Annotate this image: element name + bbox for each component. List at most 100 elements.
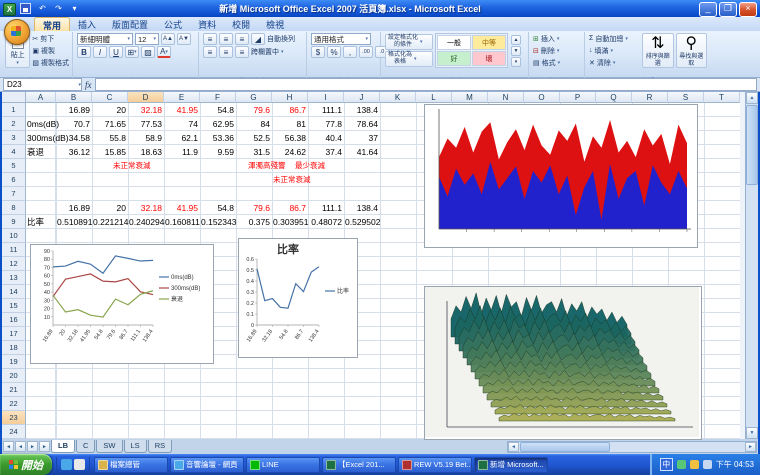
cell-I9[interactable]: 0.48072	[309, 215, 342, 229]
cell-H4[interactable]: 24.62	[273, 145, 306, 159]
column-header-F[interactable]: F	[200, 92, 236, 103]
tray-app-icon[interactable]	[677, 460, 686, 469]
cell-E8[interactable]: 41.95	[165, 201, 198, 215]
ribbon-tab-2[interactable]: 版面配置	[104, 17, 156, 31]
ribbon-tab-4[interactable]: 資料	[190, 17, 224, 31]
row-header-22[interactable]: 22	[2, 397, 26, 411]
column-header-R[interactable]: R	[632, 92, 668, 103]
column-header-I[interactable]: I	[308, 92, 344, 103]
cell-B2[interactable]: 70.7	[57, 117, 90, 131]
cell-G8[interactable]: 79.6	[237, 201, 270, 215]
cell-style-1[interactable]: 中等	[472, 35, 506, 50]
cell-B4[interactable]: 36.12	[57, 145, 90, 159]
tray-network-icon[interactable]	[703, 460, 712, 469]
row-header-6[interactable]: 6	[2, 173, 26, 187]
row-header-10[interactable]: 10	[2, 229, 26, 243]
row-header-5[interactable]: 5	[2, 159, 26, 173]
clear-button[interactable]: ✕清除▾	[589, 57, 640, 68]
row-header-12[interactable]: 12	[2, 257, 26, 271]
cell-G1[interactable]: 79.6	[237, 103, 270, 117]
cell-F1[interactable]: 54.8	[201, 103, 234, 117]
cell-F8[interactable]: 54.8	[201, 201, 234, 215]
scroll-right-icon[interactable]: ►	[745, 442, 756, 452]
increase-decimal-button[interactable]: .00	[359, 46, 373, 58]
ribbon-tab-1[interactable]: 插入	[70, 17, 104, 31]
insert-function-icon[interactable]: fx	[85, 80, 92, 90]
italic-button[interactable]: I	[93, 46, 107, 58]
start-button[interactable]: 開始	[0, 454, 52, 475]
column-header-J[interactable]: J	[344, 92, 380, 103]
row-header-18[interactable]: 18	[2, 341, 26, 355]
conditional-formatting-button[interactable]: 設定格式化的條件 ▾	[385, 34, 433, 50]
shrink-font-button[interactable]: A▼	[177, 33, 191, 45]
sort-filter-button[interactable]: ⇅ 排序與篩選	[642, 33, 673, 68]
ribbon-tab-5[interactable]: 校閱	[224, 17, 258, 31]
task-button-5[interactable]: 新增 Microsoft...	[474, 457, 548, 473]
ime-indicator[interactable]: 中	[660, 458, 673, 471]
cell-J4[interactable]: 41.64	[345, 145, 378, 159]
cell-G5[interactable]: 渾濁高殘響	[248, 159, 286, 173]
align-right-icon[interactable]: ≡	[235, 46, 249, 58]
cell-B3[interactable]: 34.58	[57, 131, 90, 145]
fill-color-button[interactable]: ▨	[141, 46, 155, 58]
waterfall-3d-chart[interactable]	[424, 286, 702, 440]
cell-A3[interactable]: 300ms(dB)	[27, 131, 54, 145]
cell-F9[interactable]: 0.152343	[201, 215, 234, 229]
cell-H1[interactable]: 86.7	[273, 103, 306, 117]
cell-C3[interactable]: 55.8	[93, 131, 126, 145]
sheet-tab-SW[interactable]: SW	[96, 440, 122, 453]
cell-I2[interactable]: 77.8	[309, 117, 342, 131]
column-header-T[interactable]: T	[704, 92, 740, 103]
cell-B9[interactable]: 0.510891	[57, 215, 90, 229]
format-cells-button[interactable]: ▤格式▾	[533, 57, 581, 68]
delete-cells-button[interactable]: ⊟刪除▾	[533, 45, 581, 56]
cell-J1[interactable]: 138.4	[345, 103, 378, 117]
cell-J2[interactable]: 78.64	[345, 117, 378, 131]
cell-D2[interactable]: 77.53	[129, 117, 162, 131]
vertical-scroll-thumb[interactable]	[746, 105, 758, 185]
row-header-4[interactable]: 4	[2, 145, 26, 159]
column-header-D[interactable]: D	[128, 92, 164, 103]
maximize-button[interactable]: ❐	[719, 2, 737, 17]
cell-H5[interactable]: 最少衰減	[295, 159, 325, 173]
gallery-more-icon[interactable]: ▾	[511, 57, 521, 67]
align-left-icon[interactable]: ≡	[203, 46, 217, 58]
paste-dropdown-icon[interactable]: ▾	[16, 60, 19, 66]
column-header-K[interactable]: K	[380, 92, 416, 103]
cell-H3[interactable]: 56.38	[273, 131, 306, 145]
first-sheet-icon[interactable]: ◄	[3, 441, 14, 452]
cell-style-3[interactable]: 壞	[472, 51, 506, 66]
row-header-15[interactable]: 15	[2, 299, 26, 313]
align-bottom-icon[interactable]: ≡	[235, 33, 249, 45]
column-header-B[interactable]: B	[56, 92, 92, 103]
horizontal-scrollbar[interactable]: ◄ ►	[507, 441, 757, 453]
decay-area-chart[interactable]	[424, 104, 698, 248]
grow-font-button[interactable]: A▲	[161, 33, 175, 45]
gallery-up-icon[interactable]: ▲	[511, 35, 521, 45]
task-button-3[interactable]: 【Excel 201...	[322, 457, 396, 473]
row-header-21[interactable]: 21	[2, 383, 26, 397]
cell-G2[interactable]: 84	[237, 117, 270, 131]
task-button-0[interactable]: 檔案總管	[94, 457, 168, 473]
orientation-icon[interactable]: ◢	[251, 33, 265, 45]
cell-J8[interactable]: 138.4	[345, 201, 378, 215]
sheet-tab-LB[interactable]: LB	[51, 440, 75, 453]
borders-button[interactable]: ⊞▾	[125, 46, 139, 58]
next-sheet-icon[interactable]: ►	[27, 441, 38, 452]
column-header-P[interactable]: P	[560, 92, 596, 103]
row-header-20[interactable]: 20	[2, 369, 26, 383]
insert-cells-button[interactable]: ⊞插入▾	[533, 33, 581, 44]
sheet-tab-RS[interactable]: RS	[148, 440, 172, 453]
sheet-tab-C[interactable]: C	[76, 440, 95, 453]
comma-style-button[interactable]: ,	[343, 46, 357, 58]
cell-F4[interactable]: 9.59	[201, 145, 234, 159]
prev-sheet-icon[interactable]: ◄	[15, 441, 26, 452]
column-header-A[interactable]: A	[26, 92, 56, 103]
number-format-combo[interactable]: 通用格式▾	[311, 33, 371, 45]
row-header-19[interactable]: 19	[2, 355, 26, 369]
merge-center-button[interactable]: 跨欄置中▾	[251, 47, 284, 58]
task-button-1[interactable]: 音響論壇 - 網頁	[170, 457, 244, 473]
row-header-11[interactable]: 11	[2, 243, 26, 257]
row-header-17[interactable]: 17	[2, 327, 26, 341]
scroll-left-icon[interactable]: ◄	[508, 442, 519, 452]
